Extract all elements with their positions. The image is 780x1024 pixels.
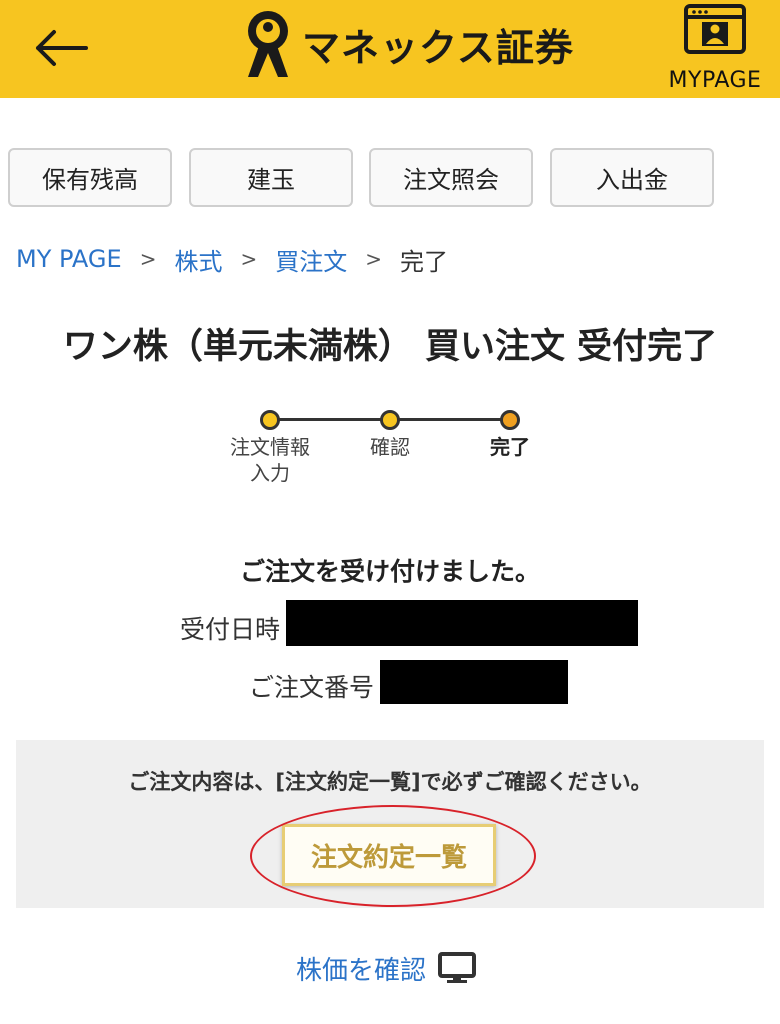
brand-logo[interactable]: マネックス証券 — [240, 6, 574, 82]
tab-order-inquiry[interactable]: 注文照会 — [369, 148, 533, 207]
breadcrumb-mypage[interactable]: MY PAGE — [16, 245, 122, 273]
check-stock-price-label: 株価を確認 — [296, 955, 427, 986]
logo-figure-icon — [248, 11, 288, 77]
step-indicator: 注文情報入力 確認 完了 — [200, 400, 580, 500]
tab-deposit-withdrawal[interactable]: 入出金 — [550, 148, 714, 207]
mypage-label: MYPAGE — [668, 68, 762, 93]
step-label-complete: 完了 — [490, 435, 530, 459]
breadcrumb: MY PAGE > 株式 > 買注文 > 完了 — [16, 242, 448, 276]
step-dot-confirm — [380, 410, 400, 430]
app-header: マネックス証券 MYPAGE — [0, 0, 780, 98]
monitor-icon — [438, 952, 477, 983]
breadcrumb-separator: > — [139, 247, 157, 271]
breadcrumb-separator: > — [240, 247, 258, 271]
order-number-label: ご注文番号 — [248, 673, 374, 702]
step-label-confirm: 確認 — [370, 435, 410, 459]
notice-text: ご注文内容は、[注文約定一覧]で必ずご確認ください。 — [128, 770, 652, 794]
step-label-input: 注文情報入力 — [230, 435, 310, 485]
breadcrumb-stocks[interactable]: 株式 — [174, 242, 222, 277]
redacted-received-datetime — [286, 600, 638, 646]
tab-holdings[interactable]: 保有残高 — [8, 148, 172, 207]
step-dot-input — [260, 410, 280, 430]
profile-card-icon — [684, 4, 746, 54]
back-arrow-icon — [36, 30, 88, 66]
back-button[interactable] — [24, 16, 96, 80]
breadcrumb-buy-order[interactable]: 買注文 — [275, 242, 347, 277]
order-received-message: ご注文を受け付けました。 — [239, 557, 540, 586]
breadcrumb-separator: > — [365, 247, 382, 271]
breadcrumb-current: 完了 — [400, 247, 448, 276]
step-dot-complete — [500, 410, 520, 430]
page-title: ワン株（単元未満株） 買い注文 受付完了 — [62, 327, 718, 367]
annotation-highlight-oval — [250, 805, 536, 907]
mypage-button[interactable]: MYPAGE — [660, 4, 770, 94]
tab-positions[interactable]: 建玉 — [189, 148, 353, 207]
check-stock-price-link[interactable]: 株価を確認 — [296, 948, 477, 988]
logo-text: マネックス証券 — [302, 25, 574, 70]
redacted-order-number — [380, 660, 568, 704]
received-datetime-label: 受付日時 — [179, 615, 280, 644]
